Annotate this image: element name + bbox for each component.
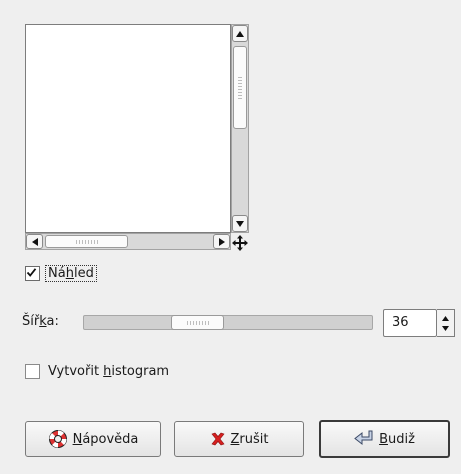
red-x-icon — [210, 432, 225, 446]
preview-canvas[interactable] — [25, 24, 231, 233]
spin-up-icon[interactable] — [442, 316, 449, 321]
ok-button[interactable]: Budiž — [319, 420, 450, 458]
width-slider-thumb[interactable] — [171, 315, 224, 330]
histogram-label: Vytvořit histogram — [48, 363, 170, 379]
help-button[interactable]: Nápověda — [25, 421, 161, 457]
cancel-button[interactable]: Zrušit — [174, 421, 304, 457]
grip-icon — [186, 320, 209, 325]
arrow-right-icon — [218, 237, 225, 246]
preview-toggle[interactable]: Náhled — [25, 262, 97, 284]
vertical-scrollbar[interactable] — [231, 24, 249, 233]
ok-button-label: Budiž — [379, 431, 415, 447]
help-button-label: Nápověda — [72, 431, 139, 447]
histogram-checkbox[interactable] — [25, 363, 40, 379]
arrow-left-icon — [31, 237, 38, 246]
preview-label: Náhled — [45, 264, 97, 282]
horizontal-scroll-thumb[interactable] — [45, 235, 128, 248]
move-icon[interactable] — [231, 234, 249, 252]
width-value: 36 — [392, 315, 409, 330]
enter-arrow-icon — [354, 430, 373, 446]
arrow-down-icon — [236, 220, 244, 227]
vertical-scroll-thumb[interactable] — [233, 46, 247, 129]
grip-icon — [238, 76, 242, 99]
scroll-down-button[interactable] — [232, 215, 248, 232]
width-spin-input[interactable]: 36 — [383, 309, 437, 337]
grip-icon — [75, 239, 98, 244]
preview-checkbox[interactable] — [25, 265, 40, 281]
scroll-left-button[interactable] — [26, 234, 43, 249]
arrow-up-icon — [236, 30, 244, 37]
width-label: Šířka: — [22, 314, 59, 329]
checkmark-icon — [26, 267, 37, 277]
scroll-right-button[interactable] — [213, 234, 230, 249]
width-spin-buttons[interactable] — [437, 309, 455, 337]
histogram-toggle[interactable]: Vytvořit histogram — [25, 361, 169, 381]
horizontal-scrollbar[interactable] — [25, 233, 231, 250]
spin-down-icon[interactable] — [442, 326, 449, 331]
scroll-up-button[interactable] — [232, 25, 248, 42]
width-slider[interactable] — [83, 315, 373, 330]
lifebuoy-icon — [48, 430, 67, 448]
cancel-button-label: Zrušit — [230, 431, 269, 447]
